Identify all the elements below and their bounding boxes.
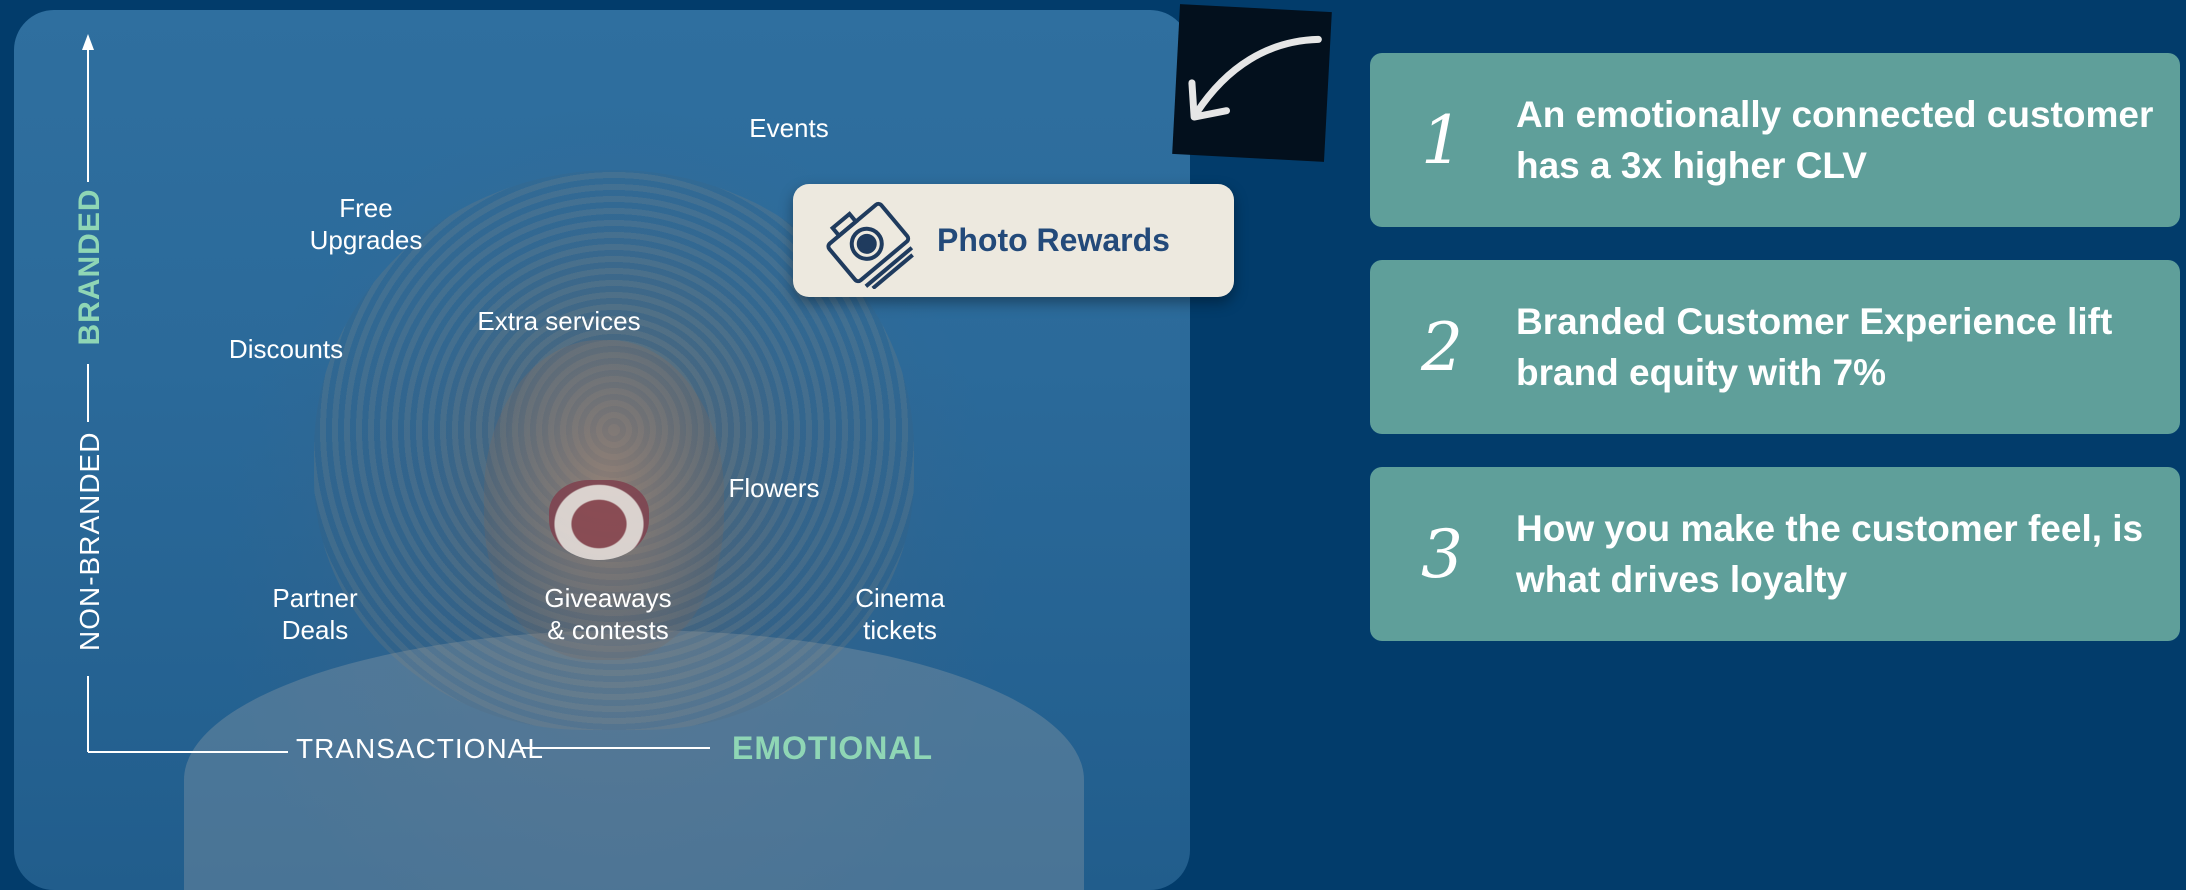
insight-text: Branded Customer Experience lift brand e… bbox=[1516, 301, 2113, 393]
insight-card-1: 1 An emotionally connected customer has … bbox=[1370, 53, 2180, 227]
axis-label-branded: BRANDED bbox=[73, 188, 106, 346]
insight-number: 1 bbox=[1421, 101, 1463, 179]
camera-icon bbox=[826, 201, 914, 289]
curved-arrow-icon bbox=[1188, 35, 1322, 121]
axis-label-non-branded: NON-BRANDED bbox=[74, 431, 105, 651]
insight-card-2: 2 Branded Customer Experience lift brand… bbox=[1370, 260, 2180, 434]
axis-label-emotional: EMOTIONAL bbox=[732, 730, 933, 766]
item-events: Events bbox=[749, 113, 829, 143]
photo-rewards-title: Photo Rewards bbox=[937, 222, 1170, 258]
arrow-sticker bbox=[1172, 4, 1332, 162]
insight-text: How you make the customer feel, is what … bbox=[1516, 508, 2144, 600]
item-extra-services: Extra services bbox=[477, 306, 641, 336]
axis-label-transactional: TRANSACTIONAL bbox=[296, 733, 544, 764]
photo-rewards-card: Photo Rewards bbox=[793, 184, 1234, 297]
insight-number: 2 bbox=[1421, 308, 1463, 386]
insight-card-3: 3 How you make the customer feel, is wha… bbox=[1370, 467, 2180, 641]
item-giveaways: Giveaways & contests bbox=[544, 583, 672, 645]
y-axis-arrowhead bbox=[82, 34, 94, 50]
item-cinema-tickets: Cinema tickets bbox=[855, 583, 945, 645]
item-discounts: Discounts bbox=[228, 334, 344, 364]
insight-text: An emotionally connected customer has a … bbox=[1516, 94, 2154, 186]
item-free-upgrades: Free Upgrades bbox=[309, 193, 423, 255]
item-partner-deals: Partner Deals bbox=[272, 583, 358, 645]
item-flowers: Flowers bbox=[728, 473, 820, 503]
insight-number: 3 bbox=[1421, 515, 1463, 593]
